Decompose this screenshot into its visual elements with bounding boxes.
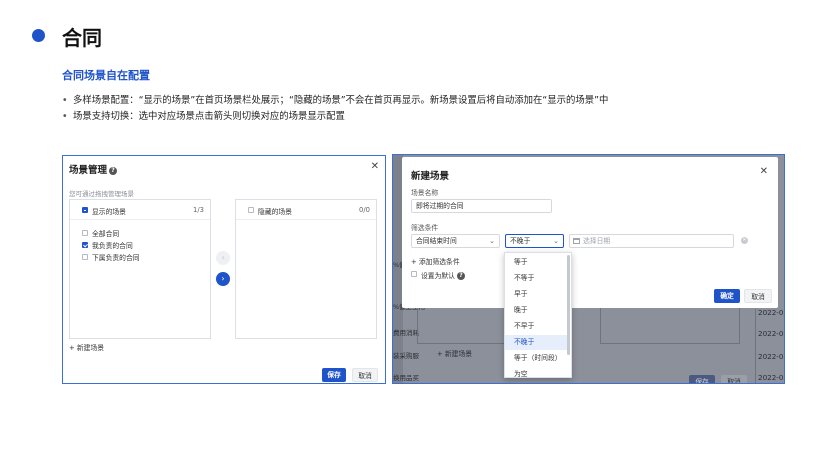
new-scene-screen: %健卫生用 %健卫生用 费用消耗 装采购服 换用品买 2022-01 2022-… [392,154,785,384]
add-condition-link[interactable]: + 添加筛选条件 [411,256,460,266]
bg-save-button: 保存 [689,375,715,383]
shown-all-checkbox[interactable] [82,207,88,213]
scene-name-input[interactable]: 即将过期的合同 [411,199,552,213]
dropdown-option-selected[interactable]: 不晚于 [505,335,567,350]
scene-checkbox[interactable] [82,242,88,248]
shown-scenes-box: 显示的场景 1/3 全部合同 我负责的合同 下属负责的合同 [69,199,211,339]
move-left-button[interactable]: ‹ [216,251,230,265]
move-right-button[interactable]: › [216,272,230,286]
date-placeholder: 选择日期 [583,237,611,245]
dropdown-scrollbar[interactable] [567,255,570,355]
bullet-item: 场景支持切换：选中对应场景点击箭头则切换对应的场景显示配置 [62,109,608,125]
shown-scenes-label: 显示的场景 [92,208,126,216]
set-default-checkbox[interactable] [411,271,417,277]
modal-title: 新建场景 [411,171,450,182]
add-scene-link[interactable]: + 新建场景 [69,342,104,352]
dropdown-option[interactable]: 不早于 [505,319,567,334]
clear-icon[interactable]: ✕ [741,237,748,244]
chevron-down-icon: ⌄ [553,237,559,245]
scene-item-subordinate[interactable]: 下属负责的合同 [92,252,140,262]
dropdown-option[interactable]: 等于（时间段） [505,351,567,366]
close-icon[interactable]: ✕ [760,166,768,177]
bg-row-label: 费用消耗 [393,329,419,337]
dropdown-option[interactable]: 不等于 [505,271,567,286]
bullet-item: 多样场景配置：“显示的场景”在首页场景栏处展示；“隐藏的场景”不会在首页再显示。… [62,93,608,109]
bg-date: 2022-01 [758,329,784,338]
hidden-scenes-header: 隐藏的场景 0/0 [236,200,376,220]
bg-row-label: 换用品买 [393,374,419,382]
operator-dropdown: 等于 不等于 早于 晚于 不早于 不晚于 等于（时间段） 为空 [504,252,572,378]
filter-operator-select[interactable]: 不晚于 ⌄ [505,234,564,248]
bg-date: 2022-01 [758,352,784,361]
help-icon[interactable]: ? [109,167,118,175]
filter-field-value: 合同结束时间 [416,237,457,245]
dropdown-option[interactable]: 早于 [505,287,567,302]
scene-name-label: 场景名称 [411,189,439,197]
hidden-scenes-count: 0/0 [359,206,370,214]
confirm-button[interactable]: 确定 [714,289,740,303]
cancel-button[interactable]: 取消 [352,368,378,382]
scene-checkbox[interactable] [82,254,88,260]
dropdown-option[interactable]: 等于 [505,255,567,270]
scene-item-all[interactable]: 全部合同 [92,228,119,238]
page-title: 合同 [62,26,102,50]
feature-bullets: 多样场景配置：“显示的场景”在首页场景栏处展示；“隐藏的场景”不会在首页再显示。… [62,93,608,125]
modal-title: 场景管理? [69,162,118,176]
modal-header: 场景管理? ✕ [63,156,385,180]
scene-item-mine[interactable]: 我负责的合同 [92,240,133,250]
section-title: 合同场景自在配置 [62,69,150,82]
bg-list-box [600,308,740,344]
filter-operator-value: 不晚于 [510,237,531,245]
chevron-down-icon: ⌄ [489,237,495,245]
bg-date: 2022-01 [758,373,784,382]
hidden-scenes-label: 隐藏的场景 [258,208,292,216]
set-default-label: 设置为默认? [421,270,465,280]
bg-add-scene: + 新建场景 [437,350,473,358]
filter-field-select[interactable]: 合同结束时间 ⌄ [411,234,500,248]
title-dot [32,29,45,42]
close-icon[interactable]: ✕ [371,161,379,172]
cancel-button[interactable]: 取消 [744,289,772,303]
filter-label: 筛选条件 [411,224,439,232]
drag-hint: 您可通过拖拽管理场景 [69,190,134,198]
help-icon[interactable]: ? [456,272,465,280]
dropdown-option[interactable]: 为空 [505,367,567,377]
date-picker-input[interactable]: 选择日期 [569,234,734,248]
save-button[interactable]: 保存 [322,368,346,382]
hidden-scenes-box: 隐藏的场景 0/0 [235,199,377,339]
new-scene-modal: 新建场景 ✕ 场景名称 即将过期的合同 筛选条件 合同结束时间 ⌄ 不晚于 ⌄ … [402,157,778,308]
bg-cancel-button: 取消 [721,375,747,383]
calendar-icon [573,238,580,244]
hidden-all-checkbox[interactable] [248,207,254,213]
bg-divider [755,309,756,383]
shown-scenes-header: 显示的场景 1/3 [70,200,210,220]
bg-date: 2022-01 [758,308,784,317]
shown-scenes-count: 1/3 [193,206,204,214]
bg-row-label: 装采购服 [393,352,419,360]
dropdown-option[interactable]: 晚于 [505,303,567,318]
scene-checkbox[interactable] [82,230,88,236]
scene-manager-modal: 场景管理? ✕ 您可通过拖拽管理场景 显示的场景 1/3 全部合同 我负责的合同… [62,155,386,384]
